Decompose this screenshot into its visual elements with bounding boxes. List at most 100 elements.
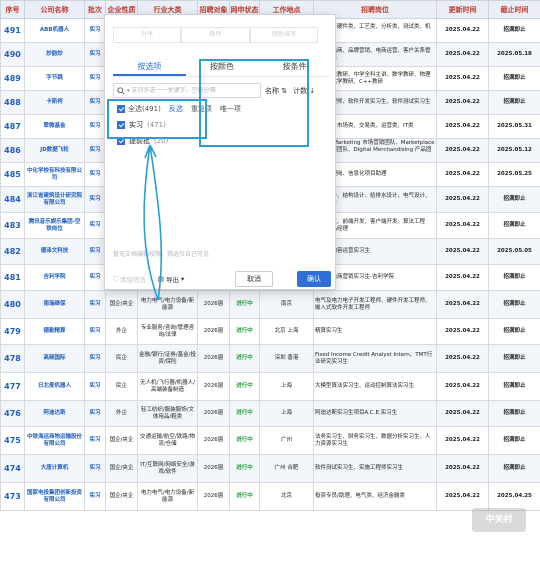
cell-no[interactable]: 485: [0, 162, 25, 187]
cell-no[interactable]: 475: [0, 426, 25, 455]
cell-batch[interactable]: 实习: [84, 454, 106, 483]
cell-batch[interactable]: 实习: [84, 372, 106, 401]
cell-updated[interactable]: 2025.04.22: [436, 42, 489, 67]
cell-company[interactable]: 中化学校有科技有限公司: [24, 162, 85, 187]
cell-updated[interactable]: 2025.04.22: [436, 66, 489, 91]
cell-positions[interactable]: Fixed Income Credit Analyst Intern、TMT行业…: [313, 344, 437, 373]
duplicate-items-link[interactable]: 重复项: [191, 104, 212, 114]
table-row[interactable]: 478 高频国际 实习 民企 金融/银行/证券/基金/投资/保险 2026届 进行中 深圳 香…: [0, 344, 540, 373]
cell-no[interactable]: 483: [0, 212, 25, 239]
cell-no[interactable]: 490: [0, 42, 25, 67]
cell-target[interactable]: 2026届: [197, 318, 230, 345]
cell-deadline[interactable]: 招满即止: [488, 186, 540, 213]
cell-location[interactable]: 广州: [259, 426, 314, 455]
sort-by-count-button[interactable]: 计数 ↓: [293, 86, 315, 96]
confirm-button[interactable]: 确认: [297, 271, 331, 287]
cell-positions[interactable]: 法务实习生、财务实习生、数据分析实习生、人力资源实习生: [313, 426, 437, 455]
table-row[interactable]: 476 阿迪达斯 实习 外企 轻工纺织/服装服饰/文体用品/鞋类 2026届 进行中 上海 阿迪…: [0, 400, 540, 427]
sort-desc-button[interactable]: 降序: [181, 27, 250, 43]
cell-location[interactable]: 广州 合肥: [259, 454, 314, 483]
cell-nature[interactable]: 民企: [105, 372, 138, 401]
cell-nature[interactable]: 国企/央企: [105, 482, 138, 511]
cell-deadline[interactable]: 2025.05.05: [488, 238, 540, 265]
cell-target[interactable]: 2026届: [197, 426, 230, 455]
cell-company[interactable]: JD数据飞轮: [24, 138, 85, 163]
cell-company[interactable]: 中铁海运商物运输股份有限公司: [24, 426, 85, 455]
search-input[interactable]: [131, 87, 252, 94]
cell-location[interactable]: 深圳 香港: [259, 344, 314, 373]
cell-batch[interactable]: 实习: [84, 90, 106, 115]
cell-batch[interactable]: 实习: [84, 162, 106, 187]
cell-updated[interactable]: 2025.04.22: [436, 264, 489, 291]
cell-updated[interactable]: 2025.04.22: [436, 90, 489, 115]
cell-nature[interactable]: 国企/央企: [105, 426, 138, 455]
tab-by-option[interactable]: 按选项: [113, 59, 186, 76]
cell-updated[interactable]: 2025.04.22: [436, 290, 489, 319]
cell-no[interactable]: 488: [0, 90, 25, 115]
cell-company[interactable]: 国家电投集团创新投资有限公司: [24, 482, 85, 511]
table-row[interactable]: 475 中铁海运商物运输股份有限公司 实习 国企/央企 交通运输/航空/铁路/物流/仓储…: [0, 426, 540, 455]
cell-batch[interactable]: 实习: [84, 138, 106, 163]
cell-positions[interactable]: 软件测试实习生、实施工程师实习生: [313, 454, 437, 483]
cell-deadline[interactable]: 招满即止: [488, 318, 540, 345]
cell-deadline[interactable]: 2025.05.12: [488, 138, 540, 163]
cell-no[interactable]: 476: [0, 400, 25, 427]
sort-color-button[interactable]: 颜色排序: [249, 27, 318, 43]
table-row[interactable]: 477 日北麦机器人 实习 民企 无人机/飞行器/机器人/高端装备制造 2026届 进行中上…: [0, 372, 540, 401]
cell-no[interactable]: 487: [0, 114, 25, 139]
cell-net-status[interactable]: 进行中: [229, 318, 260, 345]
table-row[interactable]: 474 大唐计算机 实习 国企/央企 IT/互联网/网络安全/游戏/软件 2026届 进行中…: [0, 454, 540, 483]
cell-deadline[interactable]: 招满即止: [488, 454, 540, 483]
cell-target[interactable]: 2026届: [197, 482, 230, 511]
cell-batch[interactable]: 实习: [84, 114, 106, 139]
cell-no[interactable]: 489: [0, 66, 25, 91]
cell-company[interactable]: 大唐计算机: [24, 454, 85, 483]
cell-deadline[interactable]: 2025.04.25: [488, 482, 540, 511]
unique-items-link[interactable]: 唯一项: [220, 104, 241, 114]
cancel-button[interactable]: 取消: [235, 271, 273, 287]
cell-deadline[interactable]: 招满即止: [488, 66, 540, 91]
cell-batch[interactable]: 实习: [84, 212, 106, 239]
cell-updated[interactable]: 2025.04.22: [436, 454, 489, 483]
cell-updated[interactable]: 2025.04.22: [436, 138, 489, 163]
select-all-checkbox[interactable]: 全选(491): [117, 104, 161, 114]
cell-nature[interactable]: 国企/央企: [105, 290, 138, 319]
cell-nature[interactable]: 外企: [105, 400, 138, 427]
cell-deadline[interactable]: 2025.05.31: [488, 114, 540, 139]
header-deadline[interactable]: 截止时间: [488, 0, 540, 19]
cell-deadline[interactable]: 招满即止: [488, 264, 540, 291]
chevron-down-icon[interactable]: ▾: [127, 88, 130, 94]
sort-asc-button[interactable]: 升序: [113, 27, 182, 43]
cell-no[interactable]: 474: [0, 454, 25, 483]
cell-updated[interactable]: 2025.04.22: [436, 344, 489, 373]
cell-updated[interactable]: 2025.04.22: [436, 186, 489, 213]
cell-net-status[interactable]: 进行中: [229, 400, 260, 427]
cell-positions[interactable]: 阿迪达斯实习生项目A.C.E.实习生: [313, 400, 437, 427]
cell-company[interactable]: 高频国际: [24, 344, 85, 373]
cell-location[interactable]: 南京: [259, 290, 314, 319]
cell-updated[interactable]: 2025.04.22: [436, 238, 489, 265]
export-button[interactable]: ▤ 导出 ▾: [158, 274, 184, 284]
cell-net-status[interactable]: 进行中: [229, 344, 260, 373]
cell-positions[interactable]: 电气及电力电子开发工程师、硬件开发工程师、嵌入式软件开发工程师: [313, 290, 437, 319]
cell-company[interactable]: 日北麦机器人: [24, 372, 85, 401]
cell-updated[interactable]: 2025.04.22: [436, 400, 489, 427]
cell-positions[interactable]: 投资专员/助理、电气类、经济金融类: [313, 482, 437, 511]
header-no[interactable]: 序号: [0, 0, 25, 19]
cell-updated[interactable]: 2025.04.22: [436, 18, 489, 43]
cell-batch[interactable]: 实习: [84, 264, 106, 291]
cell-company[interactable]: 南瑞继保: [24, 290, 85, 319]
cell-industry[interactable]: 专业服务/咨询/管理咨询/法律: [137, 318, 198, 345]
cell-target[interactable]: 2026届: [197, 454, 230, 483]
cell-no[interactable]: 473: [0, 482, 25, 511]
cell-deadline[interactable]: 招满即止: [488, 90, 540, 115]
cell-company[interactable]: 腾讯音乐娱乐集团-空铁岗位: [24, 212, 85, 239]
sort-by-name-button[interactable]: 名称 ⇅: [265, 86, 287, 96]
cell-company[interactable]: 阿迪达斯: [24, 400, 85, 427]
cell-net-status[interactable]: 进行中: [229, 426, 260, 455]
cell-no[interactable]: 481: [0, 264, 25, 291]
cell-batch[interactable]: 实习: [84, 186, 106, 213]
cell-no[interactable]: 486: [0, 138, 25, 163]
table-row[interactable]: 479 德勤精算 实习 外企 专业服务/咨询/管理咨询/法律 2026届 进行中 北京 上海精…: [0, 318, 540, 345]
cell-nature[interactable]: 民企: [105, 344, 138, 373]
